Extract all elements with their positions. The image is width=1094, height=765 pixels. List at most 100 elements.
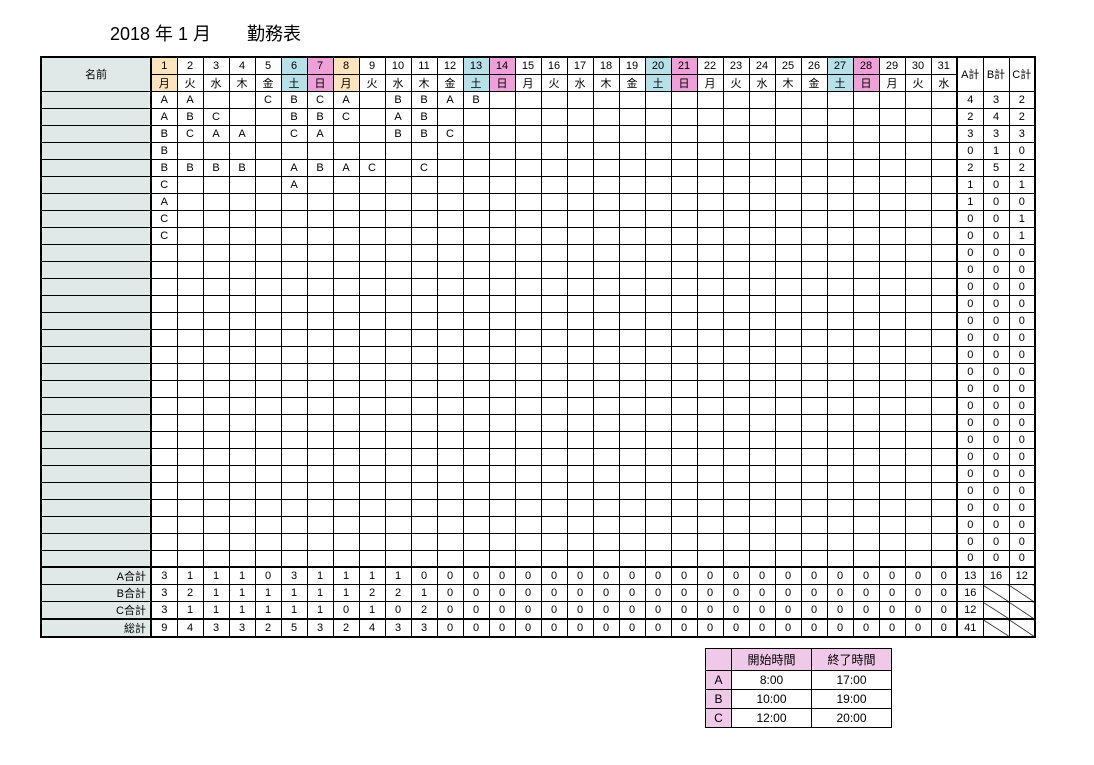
total-cell: 1 (229, 585, 255, 602)
shift-cell (645, 363, 671, 380)
legend-end: 20:00 (812, 709, 892, 728)
shift-cell (151, 482, 177, 499)
weekday: 木 (593, 74, 619, 91)
row-a-sum: 0 (957, 550, 983, 567)
total-cell: 0 (775, 602, 801, 620)
shift-cell (749, 108, 775, 125)
row-c-sum: 0 (1009, 397, 1035, 414)
shift-cell (905, 363, 931, 380)
shift-cell (255, 414, 281, 431)
shift-cell (411, 380, 437, 397)
shift-cell (255, 380, 281, 397)
shift-cell (229, 312, 255, 329)
weekday: 金 (437, 74, 463, 91)
shift-cell (619, 193, 645, 210)
shift-cell (515, 346, 541, 363)
shift-cell (593, 448, 619, 465)
shift-cell (671, 193, 697, 210)
shift-cell (905, 414, 931, 431)
shift-cell (489, 499, 515, 516)
shift-cell (177, 346, 203, 363)
day-number: 3 (203, 57, 229, 74)
shift-cell (229, 516, 255, 533)
shift-cell (619, 278, 645, 295)
shift-cell (749, 448, 775, 465)
name-cell (41, 448, 151, 465)
shift-cell (515, 329, 541, 346)
shift-cell (671, 533, 697, 550)
shift-cell (645, 346, 671, 363)
shift-cell (879, 261, 905, 278)
row-b-sum: 0 (983, 380, 1009, 397)
shift-cell (541, 380, 567, 397)
shift-cell (489, 312, 515, 329)
shift-cell (853, 278, 879, 295)
shift-cell (697, 414, 723, 431)
shift-cell (333, 397, 359, 414)
day-number: 11 (411, 57, 437, 74)
shift-cell (905, 125, 931, 142)
weekday: 水 (749, 74, 775, 91)
shift-cell (463, 482, 489, 499)
shift-cell (827, 312, 853, 329)
shift-cell (203, 278, 229, 295)
row-c-sum: 0 (1009, 448, 1035, 465)
shift-cell: B (385, 125, 411, 142)
total-cell: 0 (541, 619, 567, 637)
shift-cell (281, 210, 307, 227)
shift-cell (229, 176, 255, 193)
shift-cell (853, 244, 879, 261)
shift-cell (359, 516, 385, 533)
shift-cell (151, 414, 177, 431)
name-cell (41, 346, 151, 363)
shift-cell (775, 380, 801, 397)
total-cell: 1 (385, 567, 411, 585)
shift-cell (411, 550, 437, 567)
total-cell: 1 (203, 585, 229, 602)
shift-cell (905, 533, 931, 550)
shift-cell (307, 176, 333, 193)
shift-cell (151, 261, 177, 278)
shift-cell (515, 312, 541, 329)
shift-cell (515, 380, 541, 397)
shift-cell: B (385, 91, 411, 108)
name-header: 名前 (41, 57, 151, 91)
total-cell: 0 (593, 585, 619, 602)
shift-cell (229, 346, 255, 363)
shift-cell (359, 397, 385, 414)
shift-cell (723, 312, 749, 329)
shift-cell (281, 261, 307, 278)
shift-cell (905, 448, 931, 465)
total-cell: 1 (359, 602, 385, 620)
row-b-sum: 0 (983, 193, 1009, 210)
shift-cell (775, 550, 801, 567)
legend-start-header: 開始時間 (732, 649, 812, 671)
shift-cell (541, 482, 567, 499)
shift-cell (801, 499, 827, 516)
shift-cell (645, 193, 671, 210)
shift-cell (775, 516, 801, 533)
shift-cell (931, 329, 957, 346)
shift-cell (489, 329, 515, 346)
shift-cell (619, 482, 645, 499)
shift-cell (593, 125, 619, 142)
shift-cell (879, 210, 905, 227)
shift-cell (359, 346, 385, 363)
shift-cell (437, 397, 463, 414)
row-c-sum: 0 (1009, 363, 1035, 380)
shift-cell (801, 193, 827, 210)
row-b-sum: 0 (983, 448, 1009, 465)
shift-cell (567, 91, 593, 108)
shift-cell (801, 312, 827, 329)
name-cell (41, 295, 151, 312)
shift-cell (645, 499, 671, 516)
total-cell: 1 (307, 602, 333, 620)
shift-cell (359, 108, 385, 125)
legend-key: B (706, 690, 732, 709)
shift-cell (281, 397, 307, 414)
total-cell: 0 (437, 619, 463, 637)
shift-cell (801, 465, 827, 482)
row-c-sum: 0 (1009, 414, 1035, 431)
total-cell: 0 (541, 585, 567, 602)
shift-cell (749, 516, 775, 533)
